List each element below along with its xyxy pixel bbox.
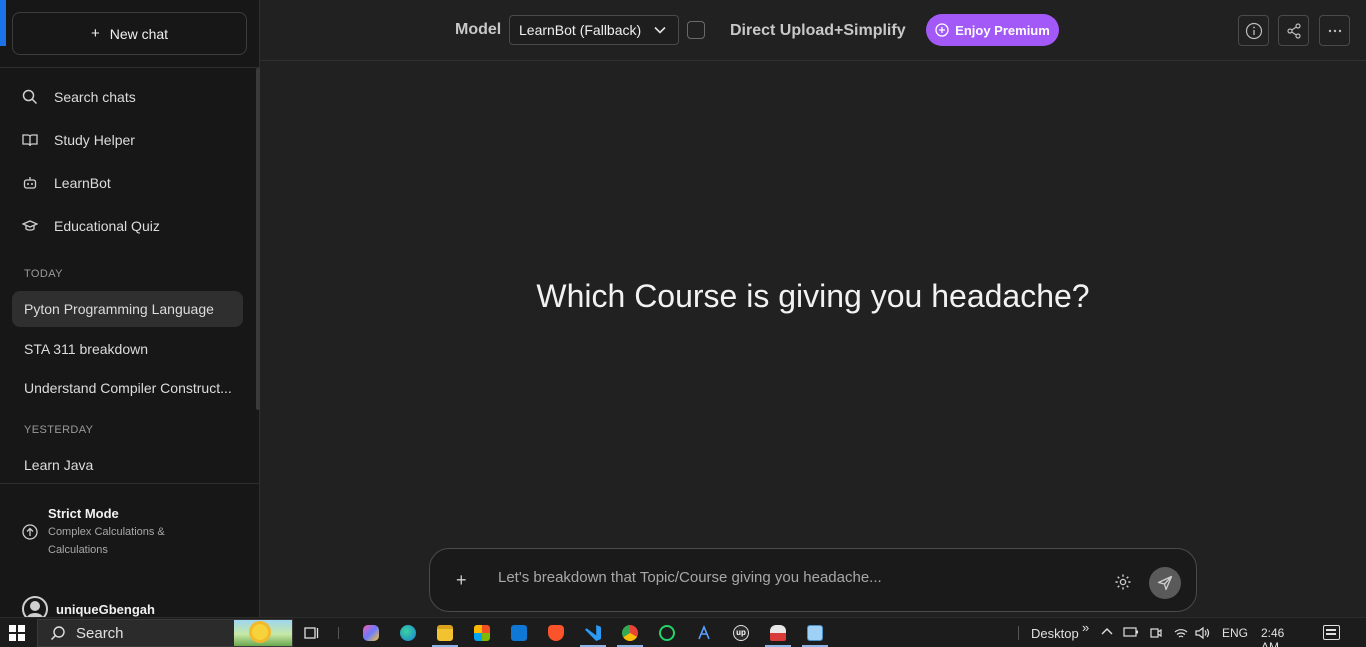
outlook-icon[interactable] [511,625,527,641]
strict-mode-description: Complex Calculations & Calculations [48,526,165,556]
search-icon [22,89,38,105]
section-label-yesterday: YESTERDAY [24,424,94,436]
upwork-icon[interactable]: up [733,625,749,641]
top-bar: Model LearnBot (Fallback) Direct Upload+… [260,0,1366,61]
share-icon [1286,22,1301,39]
task-view-icon[interactable] [304,625,320,641]
whatsapp-icon[interactable] [659,625,675,641]
book-icon [22,134,38,147]
notepad-icon[interactable] [807,625,823,641]
direct-upload-label: Direct Upload+Simplify [730,22,906,39]
send-button[interactable] [1149,567,1181,599]
chevron-up-icon[interactable] [1101,626,1113,638]
app-a-icon[interactable] [696,625,712,641]
message-input[interactable] [498,569,1098,586]
divider [0,483,259,484]
file-explorer-icon[interactable] [437,625,453,641]
vscode-icon[interactable] [585,625,601,641]
sidebar: + New chat Search chats Study Helper Lea… [0,0,260,622]
search-highlight-image [234,620,292,646]
desktop-toolbar-label[interactable]: Desktop [1031,626,1079,641]
new-chat-label: New chat [109,25,169,42]
strict-mode-toggle[interactable]: Strict Mode Complex Calculations & Calcu… [22,506,242,559]
sidebar-scrollbar[interactable] [256,68,260,410]
strict-mode-title: Strict Mode [48,506,119,521]
chat-item-label: STA 311 breakdown [24,341,149,357]
share-button[interactable] [1278,15,1309,46]
chat-item-active[interactable]: Pyton Programming Language [12,291,243,327]
model-select-value: LearnBot (Fallback) [519,22,642,38]
app-car-icon[interactable] [770,625,786,641]
chat-item[interactable]: Learn Java [12,447,243,483]
language-indicator[interactable]: ENG [1222,626,1248,640]
microsoft-store-icon[interactable] [474,625,490,641]
meet-now-icon[interactable] [1149,626,1163,640]
sidebar-item-label: Educational Quiz [54,218,160,234]
direct-upload-checkbox[interactable] [687,21,705,39]
sidebar-item-study-helper[interactable]: Study Helper [22,130,135,150]
edge-icon[interactable] [400,625,416,641]
brave-icon[interactable] [548,625,564,641]
double-chevron-icon[interactable]: » [1082,620,1089,635]
username: uniqueGbengah [56,601,155,617]
more-horizontal-icon [1328,29,1341,32]
chrome-icon[interactable] [622,625,638,641]
chat-item-label: Understand Compiler Construct... [24,380,232,396]
clock[interactable]: 2:46 AM [1261,626,1284,647]
battery-icon[interactable] [1123,626,1139,638]
search-icon [50,626,65,641]
sidebar-item-label: Study Helper [54,132,135,148]
copilot-icon[interactable] [363,625,379,641]
chat-item-label: Pyton Programming Language [24,301,214,317]
sidebar-item-search-chats[interactable]: Search chats [22,87,136,107]
volume-icon[interactable] [1194,626,1210,640]
new-chat-button[interactable]: + New chat [12,12,247,55]
divider [0,67,259,68]
app-window: + New chat Search chats Study Helper Lea… [0,0,1366,647]
taskbar-divider [338,627,339,639]
chat-composer: + [429,548,1197,612]
wifi-icon[interactable] [1173,626,1189,640]
more-options-button[interactable] [1319,15,1350,46]
robot-icon [23,177,37,189]
windows-taskbar: Search up Desktop » ENG 2:46 AM [0,617,1366,647]
chat-item-label: Learn Java [24,457,94,473]
sidebar-item-label: LearnBot [54,175,111,191]
sidebar-item-learnbot[interactable]: LearnBot [22,173,111,193]
enjoy-premium-button[interactable]: Enjoy Premium [926,14,1059,46]
chat-item[interactable]: STA 311 breakdown [12,331,243,367]
plus-circle-icon [935,23,949,37]
sidebar-item-label: Search chats [54,89,136,105]
sidebar-accent [0,0,6,46]
plus-icon: + [90,25,100,42]
windows-start-icon[interactable] [9,625,25,641]
tray-divider [1018,626,1019,640]
notification-center-icon[interactable] [1323,625,1340,640]
send-icon [1157,575,1173,591]
premium-label: Enjoy Premium [955,22,1050,38]
page-headline: Which Course is giving you headache? [536,278,1090,314]
taskbar-search-label: Search [76,624,124,642]
taskbar-search[interactable]: Search [37,619,293,647]
arrow-up-circle-icon [22,524,38,540]
settings-gear-icon[interactable] [1114,573,1132,591]
model-select[interactable]: LearnBot (Fallback) [509,15,679,45]
graduation-cap-icon [22,220,38,231]
model-label: Model [455,21,502,38]
chevron-down-icon [654,26,666,34]
info-button[interactable] [1238,15,1269,46]
chat-item[interactable]: Understand Compiler Construct... [12,370,243,406]
info-icon [1245,22,1262,39]
section-label-today: TODAY [24,268,63,280]
attach-plus-button[interactable]: + [456,570,467,591]
sidebar-item-educational-quiz[interactable]: Educational Quiz [22,216,160,236]
